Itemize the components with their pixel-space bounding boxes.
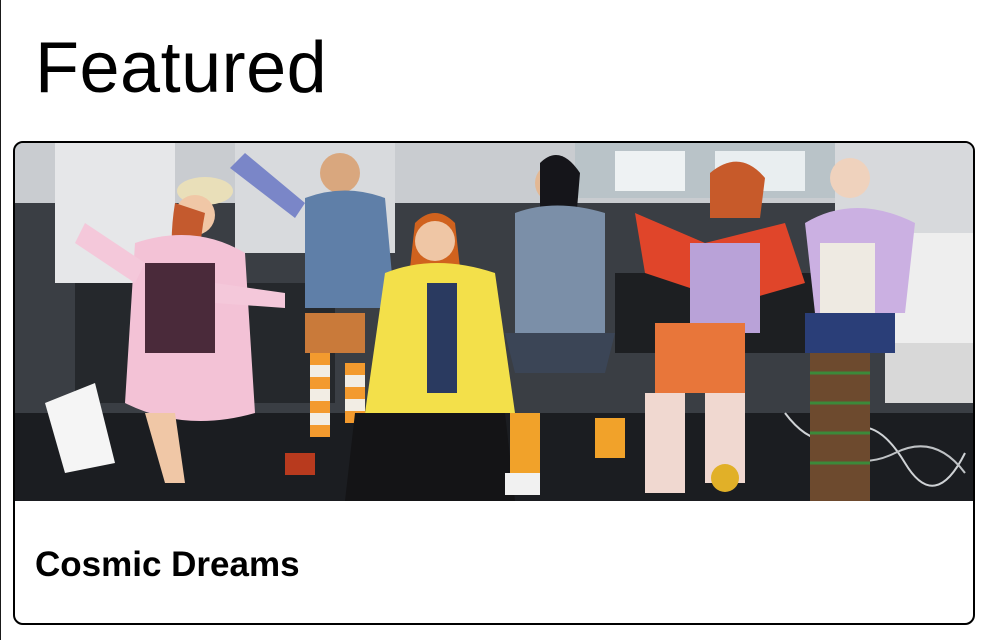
page-left-border [0,0,1,640]
featured-photo-illustration [15,143,973,501]
featured-card[interactable]: Cosmic Dreams [13,141,975,625]
section-title: Featured [35,28,328,108]
featured-card-image[interactable] [15,143,973,501]
featured-card-title[interactable]: Cosmic Dreams [35,543,300,587]
